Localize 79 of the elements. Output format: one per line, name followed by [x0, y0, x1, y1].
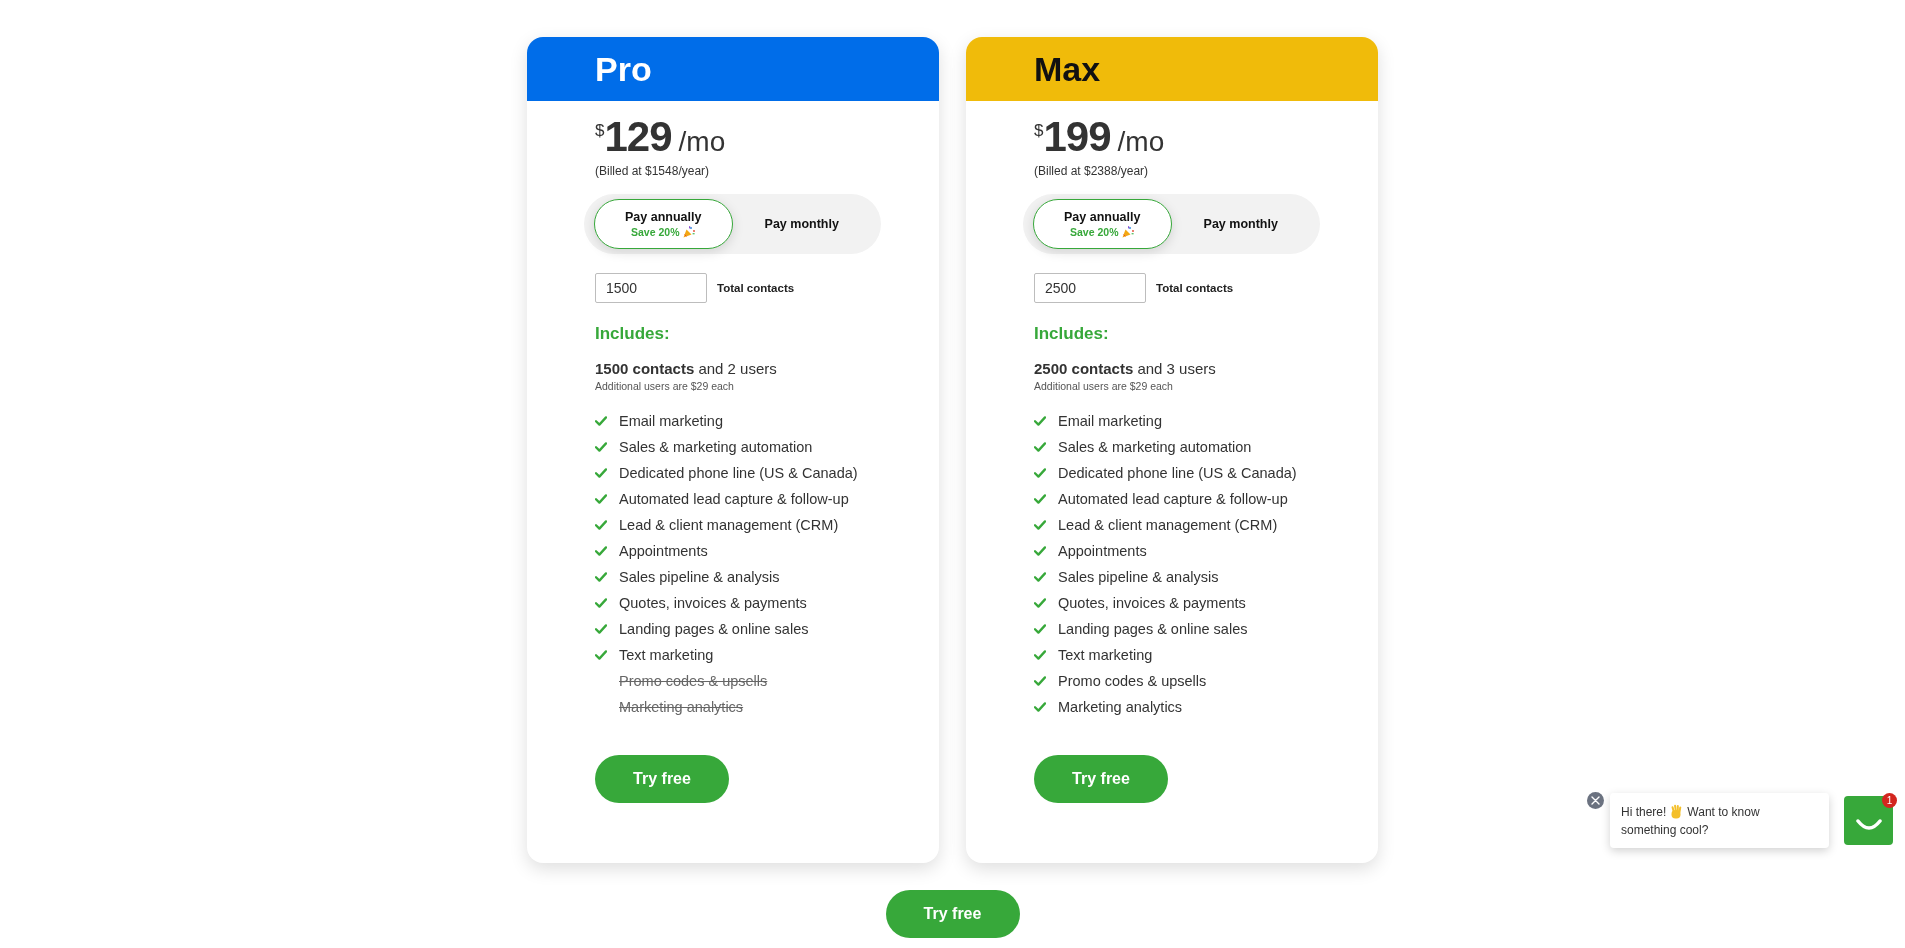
check-icon: [1034, 572, 1046, 582]
check-icon: [595, 650, 607, 660]
feature-text: Appointments: [619, 543, 708, 559]
feature-text: Landing pages & online sales: [1058, 621, 1248, 637]
feature-text: Quotes, invoices & payments: [1058, 595, 1246, 611]
contacts-label: Total contacts: [717, 282, 795, 294]
smile-icon: [1855, 818, 1882, 831]
price-currency: $: [595, 122, 605, 140]
contacts-input[interactable]: 2500: [1034, 273, 1146, 303]
check-icon: [1034, 468, 1046, 478]
feature-text: Dedicated phone line (US & Canada): [1058, 465, 1297, 481]
check-icon: [1034, 650, 1046, 660]
check-icon: [1034, 416, 1046, 426]
feature-text: Marketing analytics: [619, 699, 744, 715]
check-icon: [1034, 624, 1046, 634]
check-icon: [1034, 676, 1046, 686]
feature-text: Sales pipeline & analysis: [619, 569, 780, 585]
message-text: something cool?: [1621, 821, 1709, 839]
billing-option[interactable]: Pay monthly: [1171, 199, 1310, 249]
hand-icon: [1670, 804, 1684, 819]
check-icon: [595, 494, 607, 504]
feature-text: Email marketing: [1058, 413, 1162, 429]
check-icon: [1034, 520, 1046, 530]
check-icon: [1034, 546, 1046, 556]
feature-text: Appointments: [1058, 543, 1147, 559]
billing-option[interactable]: Pay monthly: [732, 199, 871, 249]
users-note: Additional users are $29 each: [595, 379, 734, 393]
check-icon: [595, 598, 607, 608]
check-icon: [1034, 442, 1046, 452]
feature-text: Automated lead capture & follow-up: [619, 491, 849, 507]
plan-summary: 2500 contacts and 3 users: [1034, 359, 1216, 379]
includes-heading: Includes:: [1034, 323, 1109, 345]
contacts-label: Total contacts: [1156, 282, 1234, 294]
plan-summary: 1500 contacts and 2 users: [595, 359, 777, 379]
check-icon: [1034, 702, 1046, 712]
price-period: /mo: [1117, 125, 1165, 159]
close-icon[interactable]: [1587, 792, 1604, 809]
billing-option[interactable]: Pay annually Save 20%: [1033, 199, 1172, 249]
check-icon: [595, 416, 607, 426]
price-period: /mo: [678, 125, 726, 159]
check-icon: [1034, 598, 1046, 608]
includes-heading: Includes:: [595, 323, 670, 345]
party-popper-icon: [683, 225, 696, 238]
feature-text: Lead & client management (CRM): [1058, 517, 1278, 533]
check-icon: [1034, 494, 1046, 504]
feature-text: Lead & client management (CRM): [619, 517, 839, 533]
feature-text: Text marketing: [1058, 647, 1153, 663]
feature-text: Quotes, invoices & payments: [619, 595, 807, 611]
feature-text: Dedicated phone line (US & Canada): [619, 465, 858, 481]
feature-text: Text marketing: [619, 647, 714, 663]
contacts-input[interactable]: 1500: [595, 273, 707, 303]
feature-text: Promo codes & upsells: [1058, 673, 1207, 689]
billed-text: (Billed at $1548/year): [595, 163, 710, 179]
greeting-text: Hi there!: [1621, 803, 1667, 821]
feature-text: Automated lead capture & follow-up: [1058, 491, 1288, 507]
price-amount: 199: [1043, 114, 1111, 160]
feature-text: Email marketing: [619, 413, 723, 429]
feature-text: Promo codes & upsells: [619, 673, 768, 689]
plan-name: Max: [1034, 49, 1101, 89]
billing-option[interactable]: Pay annually Save 20%: [594, 199, 733, 249]
check-icon: [595, 468, 607, 478]
users-note: Additional users are $29 each: [1034, 379, 1173, 393]
plan-name: Pro: [595, 49, 652, 89]
billed-text: (Billed at $2388/year): [1034, 163, 1149, 179]
feature-text: Sales pipeline & analysis: [1058, 569, 1219, 585]
party-popper-icon: [1122, 225, 1135, 238]
check-icon: [595, 520, 607, 530]
message-text: Want to know: [1687, 803, 1760, 821]
price-currency: $: [1034, 122, 1044, 140]
check-icon: [595, 572, 607, 582]
feature-text: Sales & marketing automation: [619, 439, 813, 455]
feature-text: Sales & marketing automation: [1058, 439, 1252, 455]
check-icon: [595, 546, 607, 556]
price-amount: 129: [604, 114, 672, 160]
check-icon: [595, 624, 607, 634]
check-icon: [595, 442, 607, 452]
notification-badge: 1: [1882, 793, 1897, 808]
feature-text: Marketing analytics: [1058, 699, 1183, 715]
feature-text: Landing pages & online sales: [619, 621, 809, 637]
